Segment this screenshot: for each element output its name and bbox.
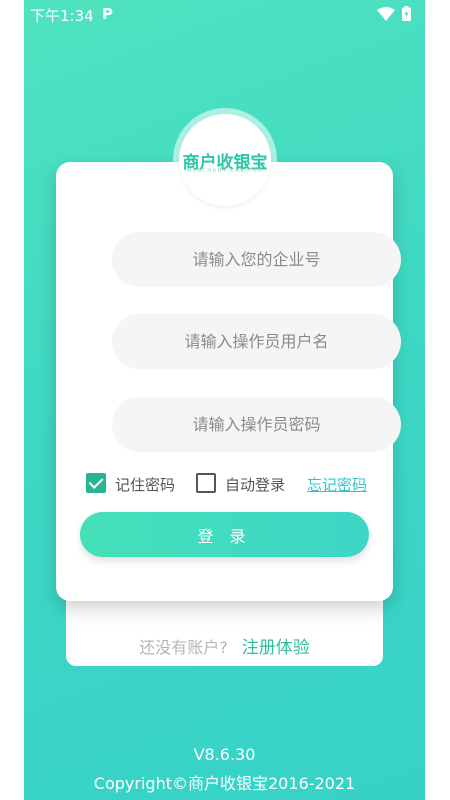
logo: 商户收银宝 MERCHANT CASHIER (179, 114, 271, 206)
auto-login-checkbox[interactable] (196, 473, 216, 493)
register-hint: 还没有账户? (139, 638, 228, 657)
wifi-icon (377, 7, 395, 21)
app-screen: 下午1:34 P 还没有账户? 注册体验 商户收银宝 MERCHANT CASHI… (24, 0, 425, 800)
remember-password-checkbox[interactable] (86, 473, 106, 493)
logo-subtitle: MERCHANT CASHIER (187, 168, 263, 174)
password-input[interactable] (112, 397, 401, 452)
register-row: 还没有账户? 注册体验 (66, 633, 383, 658)
copyright-text: Copyright©商户收银宝2016-2021 (93, 774, 356, 793)
register-link[interactable]: 注册体验 (242, 638, 310, 658)
checkmark-icon (88, 474, 104, 489)
app-notification-icon: P (102, 5, 113, 23)
version-text: V8.6.30 (193, 745, 256, 764)
status-time: 下午1:34 (30, 7, 94, 25)
auto-login-label: 自动登录 (225, 476, 286, 494)
status-bar: 下午1:34 P (24, 0, 425, 28)
forgot-password-link[interactable]: 忘记密码 (307, 474, 367, 495)
login-button[interactable]: 登录 (80, 512, 369, 557)
company-id-input[interactable] (112, 232, 401, 287)
username-input[interactable] (112, 314, 401, 369)
battery-icon (402, 6, 411, 21)
remember-password-label: 记住密码 (115, 476, 176, 494)
